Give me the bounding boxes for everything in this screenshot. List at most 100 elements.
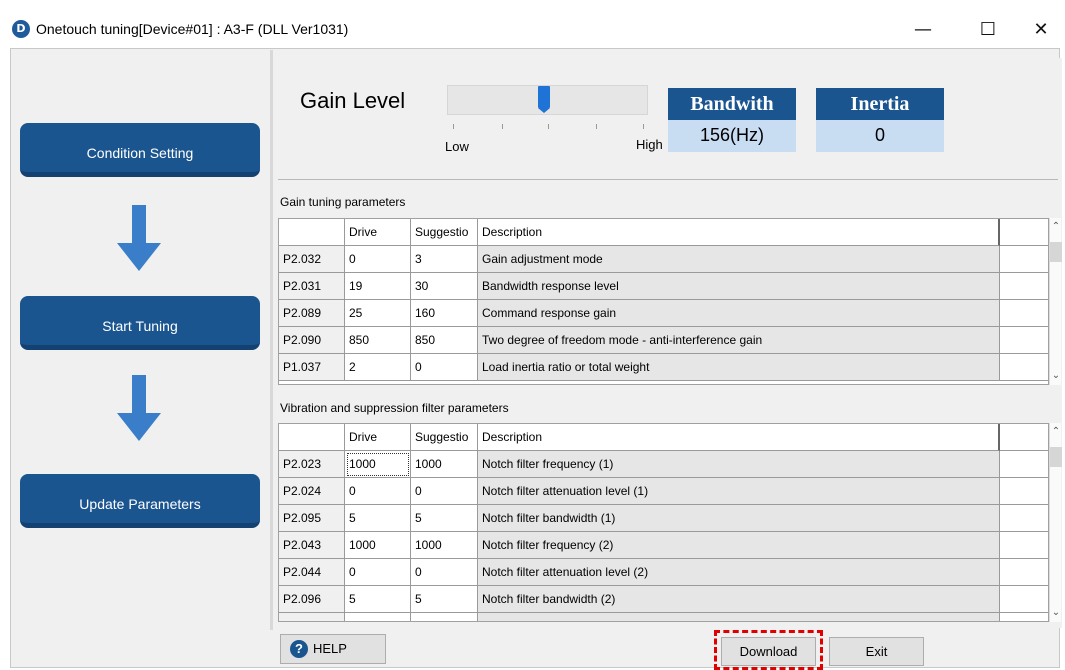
filter-table-title: Vibration and suppression filter paramet… [280,401,509,415]
scroll-up-icon[interactable]: ⌃ [1050,425,1062,439]
slider-low-label: Low [445,139,469,154]
description-cell: Two degree of freedom mode - anti-interf… [478,327,1000,354]
suggestion-value-cell[interactable]: 3 [411,246,478,273]
description-cell: Notch filter frequency (2) [478,532,1000,559]
param-id: P2.095 [279,505,345,532]
slider-tick [548,124,549,129]
description-cell: Notch filter attenuation level (1) [478,478,1000,505]
table-row[interactable]: P2.032 0 3 Gain adjustment mode [279,246,1048,273]
slider-thumb[interactable] [537,86,550,113]
app-logo-icon: D [12,20,30,38]
table-row-partial[interactable] [279,613,1048,621]
drive-value-cell[interactable]: 5 [345,505,411,532]
suggestion-value-cell[interactable]: 0 [411,478,478,505]
inertia-header: Inertia [816,88,944,120]
table-row[interactable]: P2.031 19 30 Bandwidth response level [279,273,1048,300]
table-filler [1000,424,1048,451]
drive-value-cell[interactable]: 0 [345,559,411,586]
table-filler [1000,532,1048,559]
down-arrow-icon [117,375,161,441]
drive-value-cell[interactable]: 1000 [345,532,411,559]
help-button[interactable]: ? HELP [280,634,386,664]
drive-value-cell[interactable]: 0 [345,478,411,505]
table-filler [1000,327,1048,354]
table-row[interactable]: P2.089 25 160 Command response gain [279,300,1048,327]
column-header-suggestion[interactable]: Suggestio [411,219,478,246]
divider [278,179,1058,180]
column-header-description[interactable]: Description [478,219,1000,246]
scrollbar-thumb[interactable] [1050,447,1062,467]
description-cell: Notch filter bandwidth (1) [478,505,1000,532]
drive-value-cell[interactable]: 2 [345,354,411,381]
close-button[interactable]: ✕ [1018,12,1064,48]
suggestion-value-cell[interactable]: 0 [411,559,478,586]
condition-setting-button[interactable]: Condition Setting [20,123,260,177]
table-row[interactable]: P2.023 1000 1000 Notch filter frequency … [279,451,1048,478]
table-filler [1000,451,1048,478]
table-filler [1000,246,1048,273]
slider-high-label: High [636,137,663,152]
suggestion-value-cell[interactable]: 0 [411,354,478,381]
down-arrow-icon [117,205,161,271]
minimize-button[interactable]: — [900,12,946,48]
param-id: P2.044 [279,559,345,586]
description-cell: Gain adjustment mode [478,246,1000,273]
scroll-down-icon[interactable]: ⌄ [1050,369,1062,383]
drive-value-cell[interactable]: 1000 [345,451,411,478]
column-header-id [279,219,345,246]
window-title: Onetouch tuning[Device#01] : A3-F (DLL V… [36,21,349,37]
description-cell [478,613,1000,621]
table-filler [1000,613,1048,621]
drive-value-cell[interactable]: 19 [345,273,411,300]
table-row[interactable]: P1.037 2 0 Load inertia ratio or total w… [279,354,1048,381]
table-filler [1000,505,1048,532]
drive-value-cell[interactable]: 0 [345,246,411,273]
suggestion-value-cell[interactable]: 1000 [411,451,478,478]
filter-parameters-table[interactable]: Drive Suggestio Description P2.023 1000 … [278,423,1049,622]
scroll-up-icon[interactable]: ⌃ [1050,220,1062,234]
suggestion-value-cell[interactable] [411,613,478,621]
drive-value-cell[interactable] [345,613,411,621]
column-header-drive[interactable]: Drive [345,219,411,246]
suggestion-value-cell[interactable]: 30 [411,273,478,300]
gain-table-scrollbar[interactable]: ⌃ ⌄ [1049,218,1062,385]
suggestion-value-cell[interactable]: 5 [411,586,478,613]
column-header-drive[interactable]: Drive [345,424,411,451]
drive-value-cell[interactable]: 5 [345,586,411,613]
drive-value-cell[interactable]: 25 [345,300,411,327]
table-row[interactable]: P2.090 850 850 Two degree of freedom mod… [279,327,1048,354]
start-tuning-button[interactable]: Start Tuning [20,296,260,350]
table-row[interactable]: P2.096 5 5 Notch filter bandwidth (2) [279,586,1048,613]
param-id: P2.031 [279,273,345,300]
suggestion-value-cell[interactable]: 5 [411,505,478,532]
drive-value-cell[interactable]: 850 [345,327,411,354]
table-row[interactable]: P2.043 1000 1000 Notch filter frequency … [279,532,1048,559]
param-id: P2.032 [279,246,345,273]
suggestion-value-cell[interactable]: 850 [411,327,478,354]
suggestion-value-cell[interactable]: 1000 [411,532,478,559]
gain-parameters-table[interactable]: Drive Suggestio Description P2.032 0 3 G… [278,218,1049,385]
table-row[interactable]: P2.024 0 0 Notch filter attenuation leve… [279,478,1048,505]
table-filler [1000,354,1048,381]
column-header-description[interactable]: Description [478,424,1000,451]
table-row[interactable]: P2.044 0 0 Notch filter attenuation leve… [279,559,1048,586]
filter-table-scrollbar[interactable]: ⌃ ⌄ [1049,423,1062,622]
exit-button[interactable]: Exit [829,637,924,666]
slider-tick [596,124,597,129]
description-cell: Notch filter bandwidth (2) [478,586,1000,613]
pane-splitter[interactable] [270,50,273,630]
suggestion-value-cell[interactable]: 160 [411,300,478,327]
help-label: HELP [313,641,347,656]
table-row[interactable]: P2.095 5 5 Notch filter bandwidth (1) [279,505,1048,532]
scroll-down-icon[interactable]: ⌄ [1050,606,1062,620]
param-id: P2.024 [279,478,345,505]
description-cell: Notch filter attenuation level (2) [478,559,1000,586]
description-cell: Command response gain [478,300,1000,327]
maximize-button[interactable]: ☐ [965,12,1011,48]
download-highlight-box [714,630,823,670]
table-filler [1000,559,1048,586]
update-parameters-button[interactable]: Update Parameters [20,474,260,528]
param-id: P2.096 [279,586,345,613]
scrollbar-thumb[interactable] [1050,242,1062,262]
column-header-suggestion[interactable]: Suggestio [411,424,478,451]
